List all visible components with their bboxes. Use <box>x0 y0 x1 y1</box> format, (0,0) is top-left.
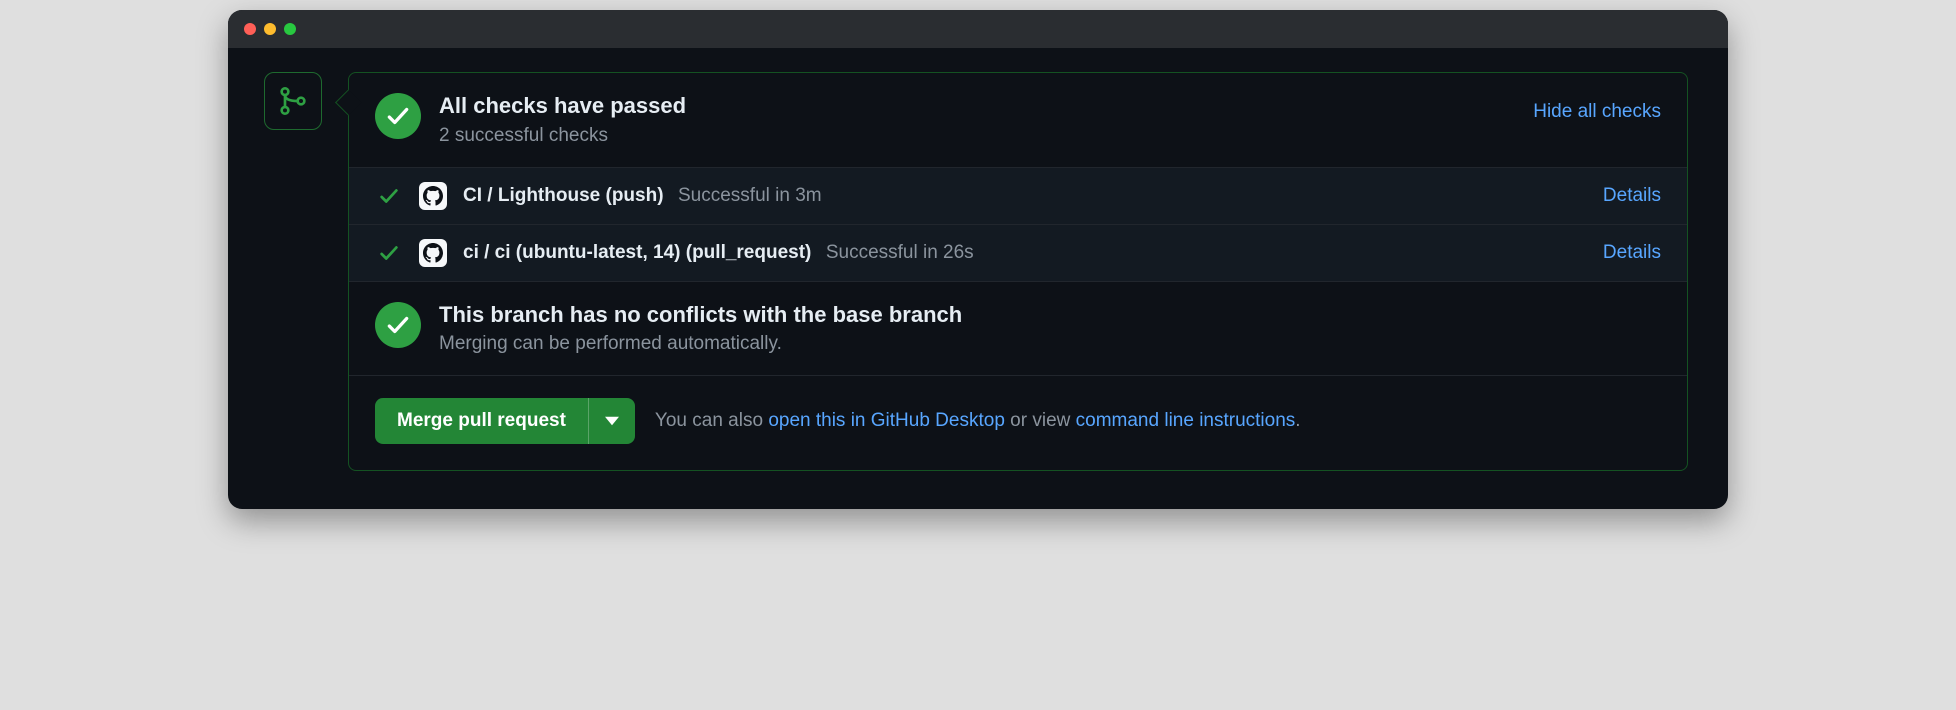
check-name: ci / ci (ubuntu-latest, 14) (pull_reques… <box>463 242 811 263</box>
checkmark-icon <box>375 93 421 139</box>
check-details-link[interactable]: Details <box>1603 185 1661 207</box>
merge-hint-text: You can also open this in GitHub Desktop… <box>655 410 1301 432</box>
checks-summary-section: All checks have passed 2 successful chec… <box>349 73 1687 168</box>
check-details-link[interactable]: Details <box>1603 242 1661 264</box>
merge-button-group: Merge pull request <box>375 398 635 444</box>
caret-down-icon <box>605 414 619 428</box>
check-success-icon <box>375 185 403 207</box>
merge-options-dropdown-button[interactable] <box>588 398 635 444</box>
toggle-checks-link[interactable]: Hide all checks <box>1533 101 1661 123</box>
window-controls <box>244 23 296 35</box>
merge-status-area: All checks have passed 2 successful chec… <box>228 48 1728 509</box>
window-titlebar <box>228 10 1728 48</box>
git-merge-icon <box>264 72 322 130</box>
check-success-icon <box>375 242 403 264</box>
github-actions-avatar <box>419 182 447 210</box>
check-row: ci / ci (ubuntu-latest, 14) (pull_reques… <box>349 225 1687 282</box>
check-name: CI / Lighthouse (push) <box>463 185 664 206</box>
check-status: Successful in 3m <box>678 185 822 206</box>
maximize-window-button[interactable] <box>284 23 296 35</box>
merge-action-row: Merge pull request You can also open thi… <box>349 376 1687 470</box>
checks-summary-title: All checks have passed <box>439 91 1515 121</box>
close-window-button[interactable] <box>244 23 256 35</box>
checkmark-icon <box>375 302 421 348</box>
check-status: Successful in 26s <box>826 242 974 263</box>
check-row: CI / Lighthouse (push) Successful in 3m … <box>349 168 1687 225</box>
minimize-window-button[interactable] <box>264 23 276 35</box>
timeline-gutter <box>238 72 348 130</box>
conflicts-section: This branch has no conflicts with the ba… <box>349 282 1687 377</box>
command-line-instructions-link[interactable]: command line instructions <box>1076 410 1296 431</box>
browser-window: All checks have passed 2 successful chec… <box>228 10 1728 509</box>
conflicts-title: This branch has no conflicts with the ba… <box>439 300 1661 330</box>
conflicts-subtitle: Merging can be performed automatically. <box>439 333 1661 355</box>
merge-panel: All checks have passed 2 successful chec… <box>348 72 1688 471</box>
merge-pull-request-button[interactable]: Merge pull request <box>375 398 588 444</box>
github-actions-avatar <box>419 239 447 267</box>
open-github-desktop-link[interactable]: open this in GitHub Desktop <box>768 410 1005 431</box>
checks-summary-subtitle: 2 successful checks <box>439 125 1515 147</box>
